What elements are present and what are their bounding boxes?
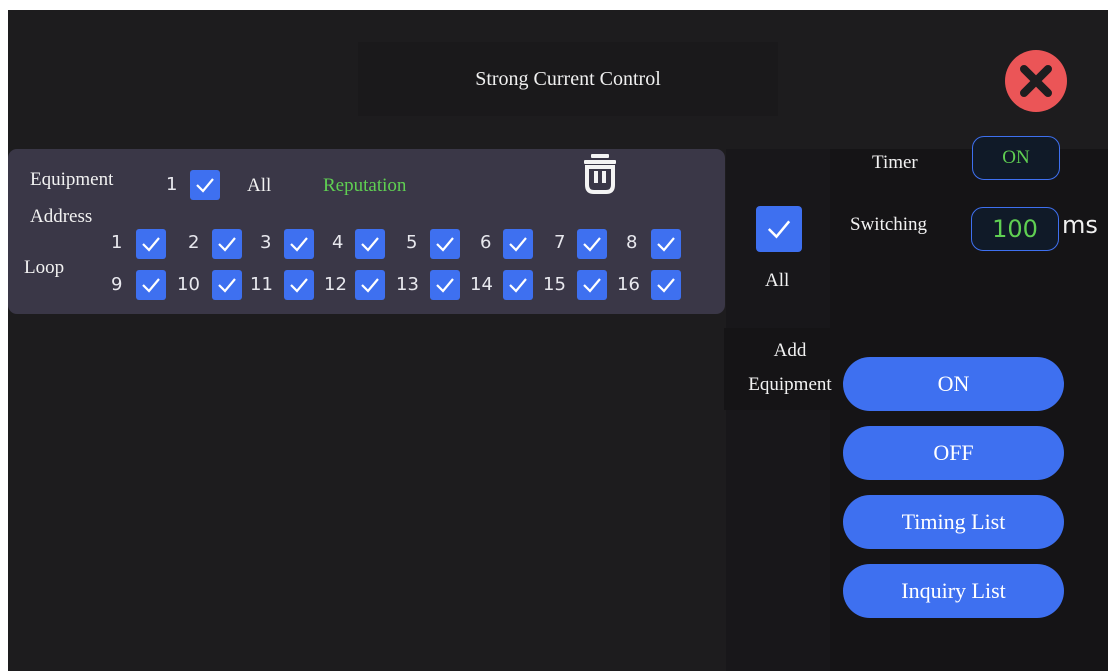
loop-checkbox-11[interactable] — [284, 270, 314, 300]
check-icon — [196, 178, 214, 193]
check-icon — [361, 278, 379, 293]
loop-number-10: 10 — [177, 274, 200, 295]
check-icon — [218, 237, 236, 252]
loop-number-6: 6 — [480, 232, 492, 253]
check-icon — [290, 278, 308, 293]
loop-number-2: 2 — [188, 232, 200, 253]
page-title: Strong Current Control — [358, 42, 778, 116]
inquiry-list-button[interactable]: Inquiry List — [843, 564, 1064, 618]
switching-value: 100 — [992, 215, 1038, 243]
check-icon — [583, 237, 601, 252]
select-all-checkbox[interactable] — [756, 206, 802, 252]
address-label: Address — [30, 206, 93, 227]
loop-number-12: 12 — [324, 274, 347, 295]
loop-checkbox-2[interactable] — [212, 229, 242, 259]
loop-number-13: 13 — [396, 274, 419, 295]
loop-checkbox-8[interactable] — [651, 229, 681, 259]
add-equipment-label-line2: Equipment — [748, 374, 832, 395]
loop-number-14: 14 — [470, 274, 493, 295]
loop-number-4: 4 — [332, 232, 344, 253]
timing-list-button[interactable]: Timing List — [843, 495, 1064, 549]
add-equipment-label-line1: Add — [773, 340, 807, 361]
loop-number-5: 5 — [406, 232, 418, 253]
loop-checkbox-9[interactable] — [136, 270, 166, 300]
check-icon — [290, 237, 308, 252]
loop-checkbox-4[interactable] — [355, 229, 385, 259]
loop-number-7: 7 — [554, 232, 566, 253]
loop-number-9: 9 — [111, 274, 123, 295]
loop-checkbox-7[interactable] — [577, 229, 607, 259]
app-screen: Strong Current Control Equipment 1 All R… — [8, 10, 1108, 671]
equipment-checkbox[interactable] — [190, 170, 220, 200]
check-icon — [218, 278, 236, 293]
loop-checkbox-3[interactable] — [284, 229, 314, 259]
check-icon — [361, 237, 379, 252]
check-icon — [583, 278, 601, 293]
switching-input[interactable]: 100 — [971, 207, 1059, 251]
check-icon — [657, 278, 675, 293]
add-equipment-button[interactable]: Add Equipment — [724, 328, 856, 410]
switching-unit: ms — [1062, 211, 1098, 239]
timer-value: ON — [1002, 147, 1030, 168]
loop-checkbox-1[interactable] — [136, 229, 166, 259]
loop-checkbox-10[interactable] — [212, 270, 242, 300]
equipment-all-label: All — [247, 175, 272, 196]
trash-icon[interactable] — [583, 154, 617, 194]
loop-number-3: 3 — [260, 232, 272, 253]
loop-number-16: 16 — [617, 274, 640, 295]
close-button[interactable] — [1005, 50, 1067, 112]
equipment-card: Equipment 1 All Reputation Address Loop … — [8, 149, 725, 314]
loop-number-11: 11 — [250, 274, 273, 295]
check-icon — [436, 278, 454, 293]
check-icon — [509, 237, 527, 252]
equipment-number: 1 — [166, 174, 178, 195]
timer-toggle[interactable]: ON — [972, 136, 1060, 180]
loop-number-8: 8 — [626, 232, 638, 253]
check-icon — [142, 278, 160, 293]
check-icon — [657, 237, 675, 252]
loop-checkbox-15[interactable] — [577, 270, 607, 300]
switching-label: Switching — [850, 214, 928, 235]
loop-checkbox-6[interactable] — [503, 229, 533, 259]
check-icon — [767, 220, 791, 239]
loop-checkbox-12[interactable] — [355, 270, 385, 300]
loop-label: Loop — [24, 257, 65, 278]
off-button[interactable]: OFF — [843, 426, 1064, 480]
loop-checkbox-14[interactable] — [503, 270, 533, 300]
loop-number-15: 15 — [543, 274, 566, 295]
on-button[interactable]: ON — [843, 357, 1064, 411]
select-all-label: All — [765, 270, 790, 291]
close-icon — [1020, 65, 1052, 97]
equipment-label: Equipment — [30, 169, 114, 190]
reputation-link[interactable]: Reputation — [323, 175, 406, 197]
loop-checkbox-13[interactable] — [430, 270, 460, 300]
check-icon — [142, 237, 160, 252]
loop-number-1: 1 — [111, 232, 123, 253]
loop-checkbox-5[interactable] — [430, 229, 460, 259]
check-icon — [509, 278, 527, 293]
check-icon — [436, 237, 454, 252]
loop-checkbox-16[interactable] — [651, 270, 681, 300]
timer-label: Timer — [872, 152, 918, 173]
